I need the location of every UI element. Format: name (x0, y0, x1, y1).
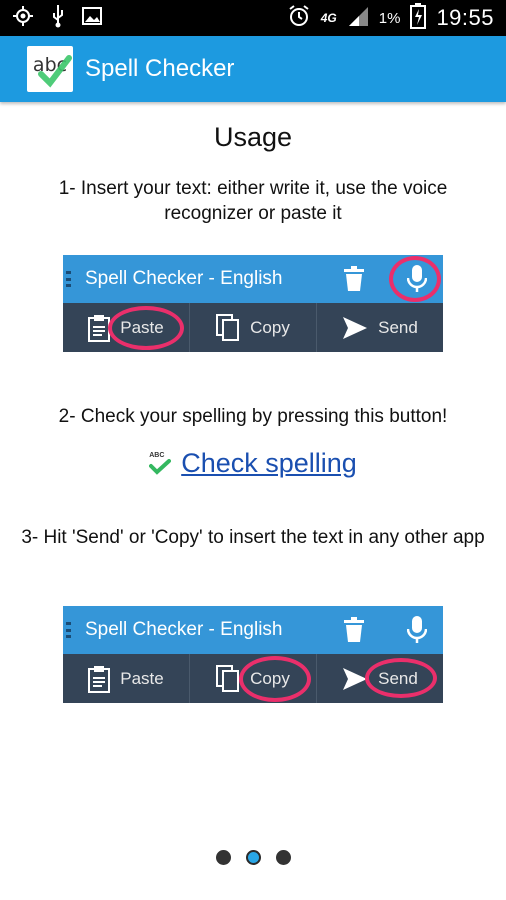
paste-highlight-ring (108, 306, 184, 350)
app-logo[interactable]: abc (27, 46, 73, 92)
menu-icon (66, 271, 71, 287)
signal-icon (347, 5, 369, 32)
example-screenshot-1: Spell Checker - English Paste Copy Send (63, 255, 443, 352)
step-3-text: 3- Hit 'Send' or 'Copy' to insert the te… (21, 527, 485, 548)
copy-highlight-ring (239, 656, 311, 702)
paste-action: Paste (63, 654, 190, 703)
checkmark-icon (38, 55, 72, 88)
copy-action: Copy (190, 654, 317, 703)
mic-highlight-ring (389, 256, 441, 302)
app-title: Spell Checker (85, 55, 235, 82)
paste-label: Paste (120, 668, 164, 688)
copy-action: Copy (190, 303, 317, 352)
usb-icon (50, 4, 66, 33)
battery-charging-icon (410, 2, 427, 34)
alarm-icon (287, 4, 311, 33)
image-icon (82, 6, 102, 30)
example-action-bar: Paste Copy Send (63, 654, 443, 703)
page-title: Usage (213, 122, 293, 152)
app-bar: abc Spell Checker (0, 36, 506, 102)
page-dot-1[interactable] (215, 850, 231, 865)
status-bar: 4G 1% 19:55 (0, 0, 506, 36)
example-title: Spell Checker - English (85, 619, 283, 640)
copy-icon (216, 664, 240, 692)
battery-percent: 1% (378, 9, 401, 27)
copy-label: Copy (250, 317, 290, 337)
check-spelling-button[interactable]: ABC Check spelling (0, 448, 506, 479)
gps-icon (12, 5, 34, 32)
copy-icon (216, 313, 240, 341)
page-indicator (0, 850, 506, 865)
clipboard-icon (88, 665, 111, 693)
trash-icon (343, 266, 365, 297)
check-spelling-link[interactable]: Check spelling (181, 448, 357, 479)
example-title: Spell Checker - English (85, 268, 283, 289)
example-screenshot-2: Spell Checker - English Paste Copy Send (63, 606, 443, 703)
network-type: 4G (320, 11, 337, 25)
send-action: Send (317, 303, 443, 352)
clipboard-icon (88, 314, 111, 342)
trash-icon (343, 617, 365, 648)
microphone-icon (406, 616, 428, 649)
example-toolbar: Spell Checker - English (63, 606, 443, 654)
check-spelling-icon-text: ABC (149, 451, 165, 459)
check-spelling-icon: ABC (149, 452, 173, 476)
page-dot-3[interactable] (275, 850, 291, 865)
example-action-bar: Paste Copy Send (63, 303, 443, 352)
send-highlight-ring (365, 658, 437, 698)
clock: 19:55 (436, 5, 494, 30)
send-label: Send (378, 317, 418, 337)
menu-icon (66, 622, 71, 638)
paste-action: Paste (63, 303, 190, 352)
step-2-text: 2- Check your spelling by pressing this … (58, 406, 448, 427)
send-icon (343, 316, 368, 339)
step-1-text: 1- Insert your text: either write it, us… (58, 178, 448, 224)
page-dot-2-active[interactable] (245, 850, 261, 865)
example-toolbar: Spell Checker - English (63, 255, 443, 303)
send-action: Send (317, 654, 443, 703)
